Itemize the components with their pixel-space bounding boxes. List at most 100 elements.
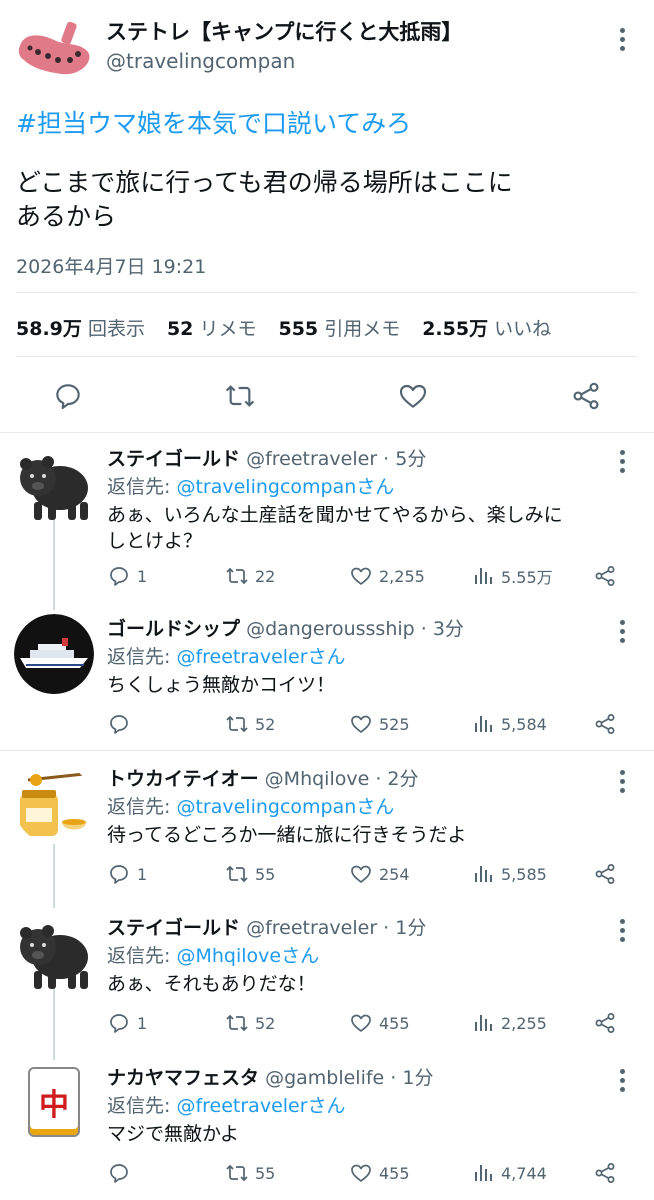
tweet-text-line: あるから [16,202,117,231]
reply-handle-time[interactable]: @freetraveler · 1分 [246,917,426,939]
tweet-text: どこまで旅に行っても君の帰る場所はここに あるから [16,166,616,234]
replying-to-handle[interactable]: @Mhqiloveさん [176,945,319,967]
reply-author-name[interactable]: ステイゴールド [107,448,240,470]
reply-button[interactable] [107,1161,137,1185]
more-options-icon[interactable] [612,24,632,54]
reply-text: ちくしょう無敵かコイツ！ [107,672,627,698]
tweet-timestamp[interactable]: 2026年4月7日 19:21 [16,252,206,279]
share-button[interactable] [593,1161,617,1185]
views-count[interactable]: 58.9万 [16,318,82,340]
replying-to-handle[interactable]: @travelingcompanさん [176,476,394,498]
share-icon [595,714,615,734]
reply-tweet[interactable]: 中 ナカヤマフェスタ @gamblelife · 1分返信先: @freetrav… [0,1063,654,1200]
divider [16,356,638,357]
replying-to-handle[interactable]: @freetravelerさん [176,646,345,668]
replying-to-handle[interactable]: @travelingcompanさん [176,796,394,818]
honey-jar-avatar[interactable] [14,764,94,844]
reply-handle-time[interactable]: @freetraveler · 5分 [246,448,426,470]
like-label: いいね [494,318,552,340]
like-button[interactable]: 254 [349,862,410,886]
dog-avatar[interactable] [14,448,94,528]
repost-button[interactable]: 55 [225,1161,275,1185]
like-icon [351,1164,371,1182]
quote-count[interactable]: 555 [278,318,318,340]
repost-button[interactable]: 55 [225,862,275,886]
reply-tweet[interactable]: ステイゴールド @freetraveler · 5分返信先: @travelin… [0,444,654,594]
repost-icon[interactable] [224,380,256,412]
more-options-icon[interactable] [612,616,632,646]
share-button[interactable] [593,1011,617,1035]
author-handle[interactable]: @travelingcompan [106,49,295,73]
like-icon [351,567,371,585]
reply-text-line: ちくしょう無敵かコイツ！ [107,674,336,696]
reply-text: 待ってるどころか一緒に旅に行きそうだよ [107,822,627,848]
repost-button[interactable]: 52 [225,1011,275,1035]
reply-button[interactable]: 1 [107,564,147,588]
repost-icon [226,1014,248,1032]
views-button[interactable]: 5,585 [471,862,547,886]
divider [16,292,638,293]
reply-text-line: あぁ、それもありだな！ [107,973,316,995]
reply-tweet[interactable]: ステイゴールド @freetraveler · 1分 返信先: @Mhqilove… [0,913,654,1063]
views-button[interactable]: 4,744 [471,1161,547,1185]
mahjong-tile-avatar[interactable]: 中 [14,1067,94,1147]
dog-avatar[interactable] [14,917,94,997]
reply-action-bar: 1 55 254 5,585 [107,862,627,886]
views-button[interactable]: 2,255 [471,1011,547,1035]
reply-author-name[interactable]: ステイゴールド [107,917,240,939]
like-count[interactable]: 2.55万 [422,318,488,340]
author-name[interactable]: ステトレ【キャンプに行くと大抵雨】 [106,16,462,46]
more-options-icon[interactable] [612,766,632,796]
reply-action-bar: 1 52 455 2,255 [107,1011,627,1035]
reply-button[interactable] [107,712,137,736]
reply-author-name[interactable]: トウカイテイオー [107,768,259,790]
quote-label: 引用メモ [324,318,401,340]
repost-count[interactable]: 52 [167,318,193,340]
reply-author-name[interactable]: ナカヤマフェスタ [107,1067,259,1089]
share-button[interactable] [593,564,617,588]
reply-handle-time[interactable]: @Mhqilove · 2分 [265,768,419,790]
repost-button[interactable]: 52 [225,712,275,736]
repost-button[interactable]: 22 [225,564,275,588]
more-options-icon[interactable] [612,446,632,476]
tweet-text-line: どこまで旅に行っても君の帰る場所はここに [16,168,513,197]
more-options-icon[interactable] [612,915,632,945]
hashtag-link[interactable]: #担当ウマ娘を本気で口説いてみろ [16,104,411,140]
reply-button[interactable]: 1 [107,862,147,886]
share-icon [595,1013,615,1033]
share-icon[interactable] [570,380,602,412]
like-count: 455 [379,1013,410,1033]
reply-icon [110,1014,128,1033]
reply-handle-time[interactable]: @gamblelife · 1分 [265,1067,433,1089]
ocarina-avatar[interactable] [14,16,94,86]
replying-to-label: 返信先: [107,1095,177,1117]
reply-button[interactable]: 1 [107,1011,147,1035]
reply-tweet[interactable]: トウカイテイオー @Mhqilove · 2分 返信先: @travelingco… [0,764,654,914]
like-button[interactable]: 525 [349,712,410,736]
views-count: 5.55万 [501,568,553,587]
ship-avatar[interactable] [14,614,94,694]
reply-text: あぁ、それもありだな！ [107,971,627,997]
reply-tweet[interactable]: ゴールドシップ @dangeroussship · 3分 返信先: @freetr… [0,614,654,764]
reply-handle-time[interactable]: @dangeroussship · 3分 [246,618,464,640]
views-button[interactable]: 5,584 [471,712,547,736]
reply-header: ゴールドシップ @dangeroussship · 3分 [107,614,464,641]
reply-text: マジで無敵かよ [107,1121,627,1147]
share-button[interactable] [593,712,617,736]
like-button[interactable]: 2,255 [349,564,425,588]
reply-header: ナカヤマフェスタ @gamblelife · 1分 [107,1063,433,1090]
share-button[interactable] [593,862,617,886]
like-count: 525 [379,714,410,734]
reply-count: 1 [137,864,148,884]
reply-icon[interactable] [52,380,84,412]
like-button[interactable]: 455 [349,1011,410,1035]
views-icon [475,716,492,732]
like-button[interactable]: 455 [349,1161,410,1185]
replying-to-label: 返信先: [107,476,177,498]
reply-author-name[interactable]: ゴールドシップ [107,618,240,640]
views-button[interactable]: 5.55万 [471,564,553,588]
like-count: 254 [379,864,410,884]
like-icon[interactable] [397,380,429,412]
more-options-icon[interactable] [612,1065,632,1095]
replying-to-handle[interactable]: @freetravelerさん [176,1095,345,1117]
